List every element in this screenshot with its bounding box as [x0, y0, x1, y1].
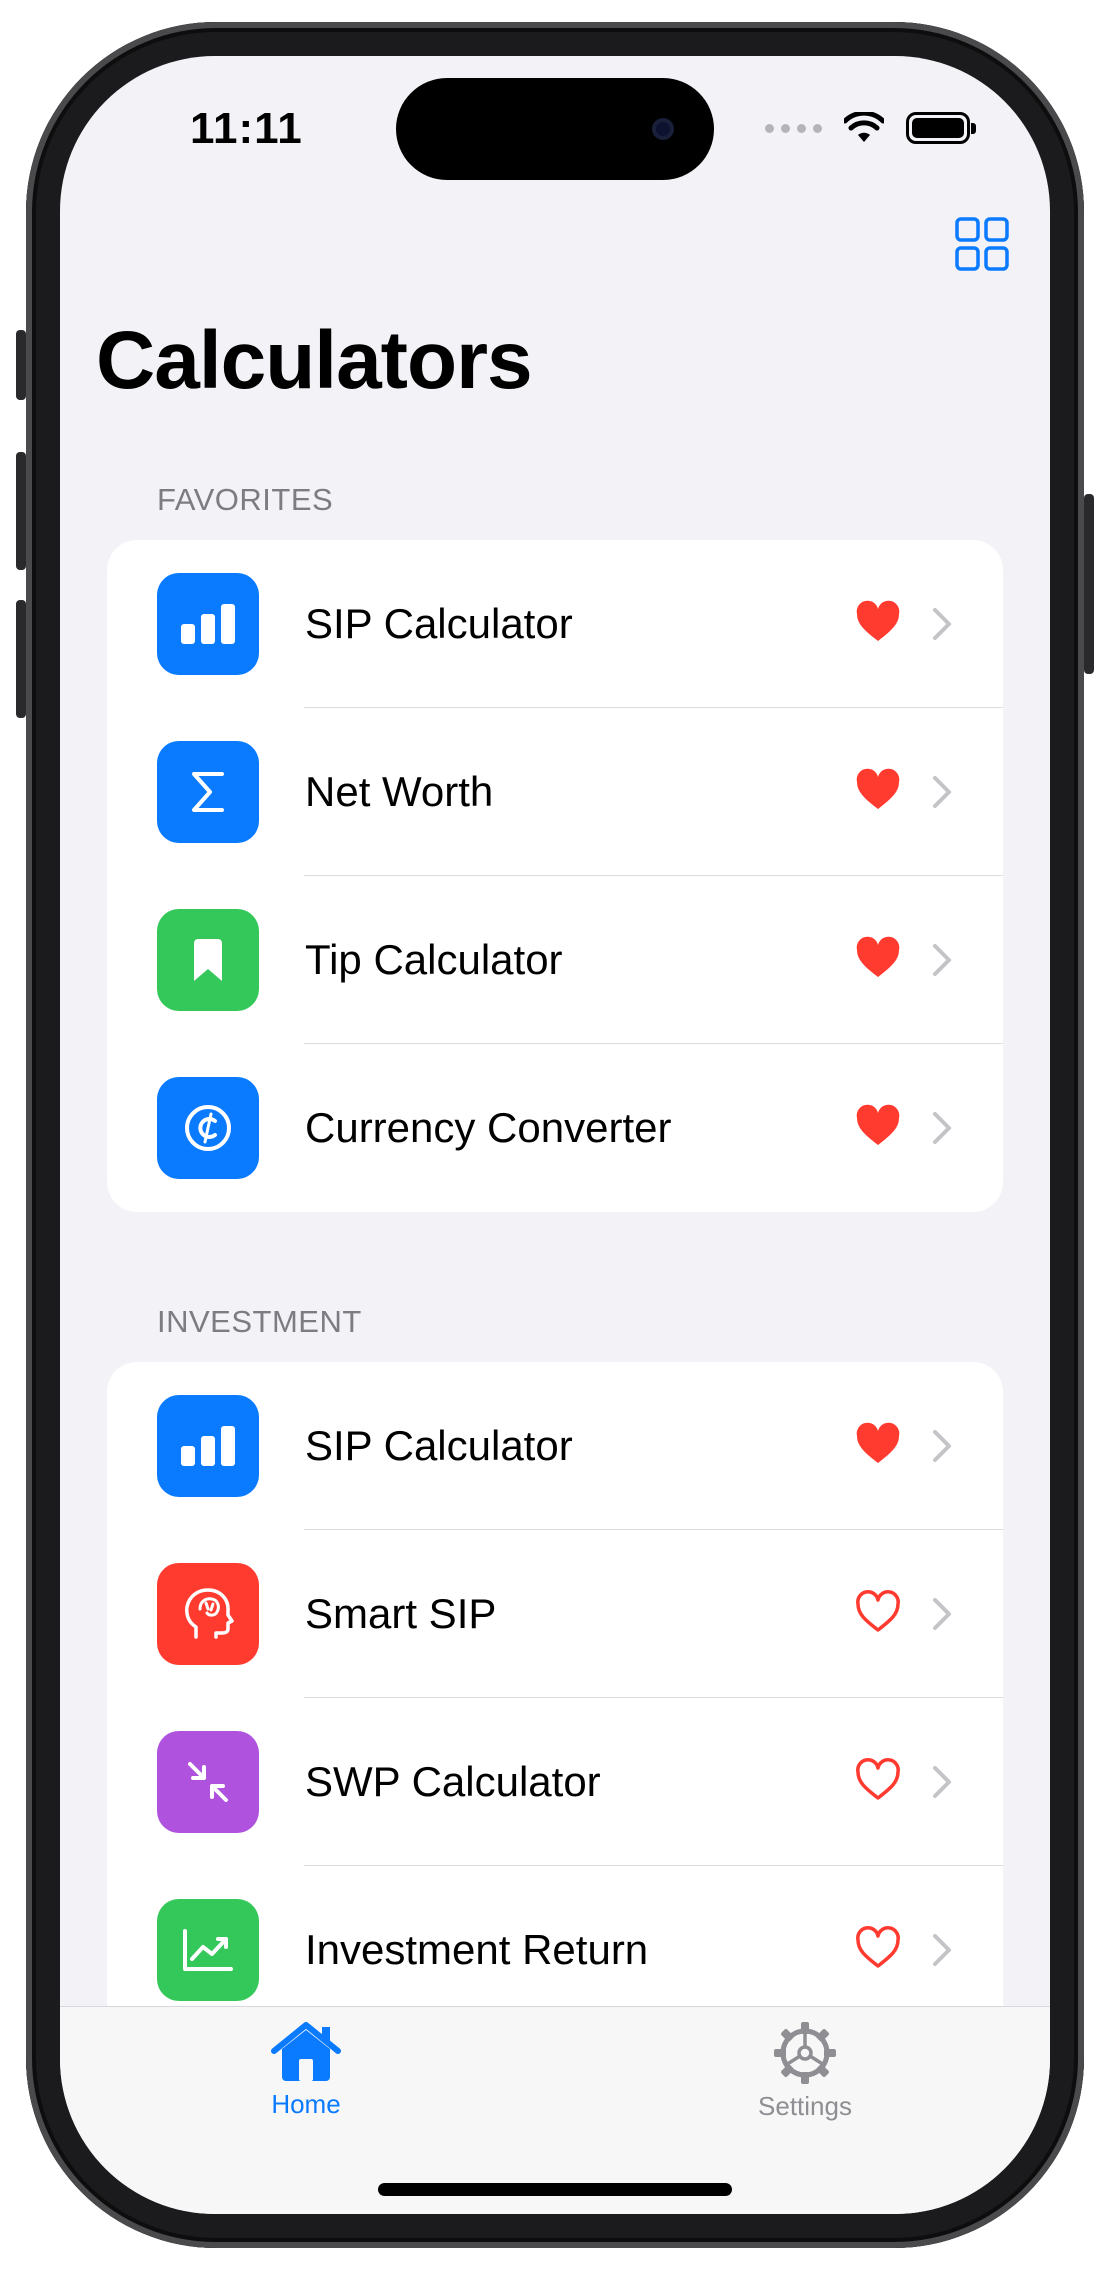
tab-home-label: Home: [271, 2089, 341, 2119]
list-item[interactable]: Net Worth: [107, 708, 1003, 876]
favorites-list: SIP Calculator Net Worth Tip Calculator: [107, 540, 1003, 1212]
heart-filled-icon[interactable]: [855, 1422, 901, 1468]
house-icon: [271, 2022, 341, 2081]
list-item-label: Smart SIP: [305, 1590, 497, 1637]
status-time: 11:11: [190, 104, 303, 153]
heart-filled-icon[interactable]: [855, 1104, 901, 1150]
volume-up-button: [16, 452, 26, 570]
heart-outline-icon[interactable]: [855, 1926, 901, 1972]
chevron-right-icon: [933, 1598, 951, 1630]
signal-dots-icon: [765, 123, 822, 133]
chevron-right-icon: [933, 1934, 951, 1966]
currency-icon: [157, 1077, 259, 1179]
grid-icon[interactable]: [954, 216, 1010, 272]
wifi-icon: [844, 112, 884, 142]
volume-down-button: [16, 600, 26, 718]
list-item-label: SIP Calculator: [305, 600, 573, 647]
chevron-right-icon: [933, 944, 951, 976]
tab-home[interactable]: Home: [216, 2021, 396, 2120]
list-item-label: Currency Converter: [305, 1104, 672, 1151]
chevron-right-icon: [933, 1766, 951, 1798]
dynamic-island: [396, 78, 714, 180]
home-indicator: [378, 2183, 732, 2196]
arrows-in-icon: [157, 1731, 259, 1833]
list-item[interactable]: Tip Calculator: [107, 876, 1003, 1044]
heart-filled-icon[interactable]: [855, 768, 901, 814]
status-icons: [765, 108, 976, 148]
chevron-right-icon: [933, 1112, 951, 1144]
brain-head-icon: [157, 1563, 259, 1665]
battery-icon: [906, 112, 976, 144]
list-item-label: Tip Calculator: [305, 936, 563, 983]
bar-chart-icon: [157, 573, 259, 675]
heart-outline-icon[interactable]: [855, 1590, 901, 1636]
list-item[interactable]: SIP Calculator: [107, 540, 1003, 708]
app-screen: 11:11 Calculators FAVORITES SIP Calculat…: [60, 56, 1050, 2214]
list-item-label: SIP Calculator: [305, 1422, 573, 1469]
heart-outline-icon[interactable]: [855, 1758, 901, 1804]
chevron-right-icon: [933, 776, 951, 808]
sigma-icon: [157, 741, 259, 843]
trend-chart-icon: [157, 1899, 259, 2001]
list-item[interactable]: Smart SIP: [107, 1530, 1003, 1698]
page-title: Calculators: [96, 315, 533, 406]
camera-icon: [652, 118, 674, 140]
gear-icon: [774, 2022, 836, 2084]
heart-filled-icon[interactable]: [855, 600, 901, 646]
section-label-favorites: FAVORITES: [157, 482, 334, 517]
tab-settings-label: Settings: [758, 2091, 852, 2121]
section-label-investment: INVESTMENT: [157, 1304, 362, 1339]
tab-settings[interactable]: Settings: [715, 2021, 895, 2122]
list-item[interactable]: SIP Calculator: [107, 1362, 1003, 1530]
chevron-right-icon: [933, 1430, 951, 1462]
investment-list: SIP Calculator Smart SIP SWP Calculator: [107, 1362, 1003, 2062]
bar-chart-icon: [157, 1395, 259, 1497]
list-item[interactable]: Currency Converter: [107, 1044, 1003, 1212]
action-button: [16, 330, 26, 400]
tab-bar: Home Settings: [60, 2006, 1050, 2214]
power-button: [1084, 494, 1094, 674]
list-item-label: Net Worth: [305, 768, 494, 815]
list-item-label: SWP Calculator: [305, 1758, 601, 1805]
bookmark-icon: [157, 909, 259, 1011]
list-item[interactable]: SWP Calculator: [107, 1698, 1003, 1866]
chevron-right-icon: [933, 608, 951, 640]
heart-filled-icon[interactable]: [855, 936, 901, 982]
